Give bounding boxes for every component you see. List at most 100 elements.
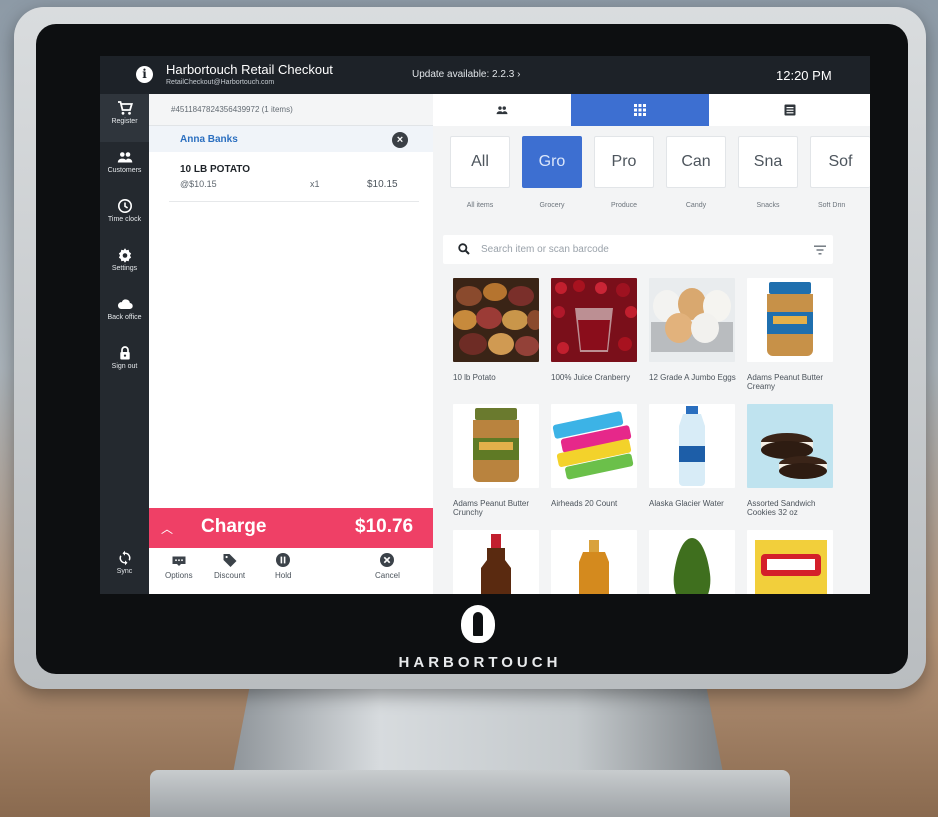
water-bottle-image [649, 404, 735, 488]
tab-list-view[interactable] [709, 94, 870, 126]
category-snacks[interactable]: Sna [738, 136, 798, 188]
search-icon [458, 243, 470, 255]
harbortouch-logo-icon [461, 605, 495, 643]
product-tile[interactable] [453, 530, 541, 594]
ticket-panel: #4511847824356439972 (1 items) Anna Bank… [149, 94, 433, 594]
close-icon[interactable]: × [392, 132, 408, 148]
sidebar-item-register[interactable]: Register [100, 94, 149, 142]
product-tile[interactable]: Adams Peanut Butter Creamy [747, 278, 835, 391]
sidebar-item-sign-out[interactable]: Sign out [100, 339, 149, 387]
clock-icon [117, 199, 132, 213]
view-tabs [433, 94, 870, 126]
options-button[interactable]: Options [165, 552, 193, 580]
line-item-name: 10 LB POTATO [180, 164, 251, 175]
app-title: Harbortouch Retail Checkout [166, 62, 333, 77]
cloud-icon [117, 299, 133, 310]
product-tile[interactable]: Airheads 20 Count [551, 404, 639, 508]
sync-icon [119, 550, 130, 566]
customer-name[interactable]: Anna Banks [180, 134, 238, 145]
line-item-quantity: x1 [310, 179, 320, 189]
category-produce[interactable]: Pro [594, 136, 654, 188]
category-candy[interactable]: Can [666, 136, 726, 188]
clock: 12:20 PM [776, 68, 832, 83]
action-label: Cancel [375, 571, 400, 580]
syrup-bottle-image [453, 530, 539, 594]
category-soft-drinks[interactable]: Sof [810, 136, 870, 188]
category-caption: All items [466, 202, 494, 209]
action-label: Discount [214, 571, 246, 580]
product-tile[interactable] [649, 530, 737, 594]
top-bar: i Harbortouch Retail Checkout RetailChec… [100, 56, 870, 94]
product-tile[interactable] [551, 530, 639, 594]
product-name: 12 Grade A Jumbo Eggs [649, 373, 736, 382]
product-name: 10 lb Potato [453, 373, 496, 382]
product-catalog: All Gro Pro Can Sna Sof All items Grocer… [433, 94, 870, 594]
people-icon [117, 152, 132, 163]
product-name: Adams Peanut Butter Creamy [747, 373, 824, 391]
search-bar [443, 235, 833, 264]
sidebar-item-label: Time clock [107, 216, 142, 223]
sidebar-item-label: Settings [111, 265, 138, 272]
search-input[interactable] [481, 241, 791, 258]
cranberry-juice-image [551, 278, 637, 362]
cancel-icon [380, 553, 395, 567]
hold-button[interactable]: Hold [275, 552, 291, 580]
eggs-image [649, 278, 735, 362]
category-caption: Candy [685, 202, 707, 209]
category-caption: Soft Drin [818, 202, 846, 209]
sidebar: Register Customers Time clock Settings B… [100, 94, 149, 594]
filter-icon[interactable] [814, 245, 826, 255]
discount-button[interactable]: Discount [214, 552, 245, 580]
grid-icon [634, 104, 646, 116]
monitor-stand [232, 676, 724, 778]
sidebar-item-customers[interactable]: Customers [100, 143, 149, 191]
honey-bottle-image [551, 530, 637, 594]
pos-screen: i Harbortouch Retail Checkout RetailChec… [100, 56, 870, 594]
category-caption: Produce [610, 202, 638, 209]
product-tile[interactable]: Alaska Glacier Water [649, 404, 737, 508]
sidebar-item-time-clock[interactable]: Time clock [100, 192, 149, 240]
cancel-button[interactable]: Cancel [375, 552, 400, 580]
product-tile[interactable]: Adams Peanut Butter Crunchy [453, 404, 541, 517]
options-icon [172, 556, 186, 566]
category-all[interactable]: All [450, 136, 510, 188]
brand-wordmark: HARBORTOUCH [398, 654, 562, 671]
product-tile[interactable]: 10 lb Potato [453, 278, 543, 382]
product-tile[interactable]: 12 Grade A Jumbo Eggs [649, 278, 737, 382]
product-tile[interactable] [747, 530, 835, 594]
product-name: Airheads 20 Count [551, 499, 618, 508]
action-label: Hold [275, 571, 292, 580]
charge-button[interactable]: ︿ Charge $10.76 [149, 508, 433, 548]
sidebar-item-sync[interactable]: Sync [100, 544, 149, 592]
update-available-link[interactable]: Update available: 2.2.3 › [412, 69, 520, 80]
ticket-line-item[interactable]: 10 LB POTATO @$10.15 x1 $10.15 [169, 160, 419, 202]
product-name: 100% Juice Cranberry [551, 373, 631, 382]
sidebar-item-label: Sign out [111, 363, 138, 370]
sidebar-item-back-office[interactable]: Back office [100, 290, 149, 338]
sidebar-item-label: Register [111, 118, 138, 125]
product-tile[interactable]: 100% Juice Cranberry [551, 278, 639, 382]
tab-grid-view[interactable] [571, 94, 709, 126]
sidebar-item-settings[interactable]: Settings [100, 241, 149, 289]
pause-icon [276, 553, 291, 567]
monitor-stand-base [150, 770, 790, 817]
sidebar-item-label: Back office [107, 314, 142, 321]
chevron-up-icon[interactable]: ︿ [161, 520, 173, 537]
category-caption: Snacks [756, 202, 780, 209]
ticket-customer[interactable]: Anna Banks × [149, 126, 433, 152]
jello-box-image [747, 530, 833, 594]
charge-label: Charge [201, 516, 267, 537]
lock-icon [119, 346, 130, 360]
sidebar-item-label: Sync [116, 568, 133, 575]
info-icon[interactable]: i [136, 66, 153, 83]
line-item-unit-price: @$10.15 [180, 179, 217, 189]
category-grocery[interactable]: Gro [522, 136, 582, 188]
ticket-id: #4511847824356439972 (1 items) [171, 105, 293, 114]
tab-customers-view[interactable] [433, 94, 571, 126]
product-name: Alaska Glacier Water [649, 499, 724, 508]
gear-icon [118, 248, 131, 263]
product-tile[interactable]: Assorted Sandwich Cookies 32 oz [747, 404, 835, 517]
charge-amount: $10.76 [355, 516, 414, 537]
product-name: Assorted Sandwich Cookies 32 oz [747, 499, 816, 517]
sandwich-cookies-image [747, 404, 833, 488]
